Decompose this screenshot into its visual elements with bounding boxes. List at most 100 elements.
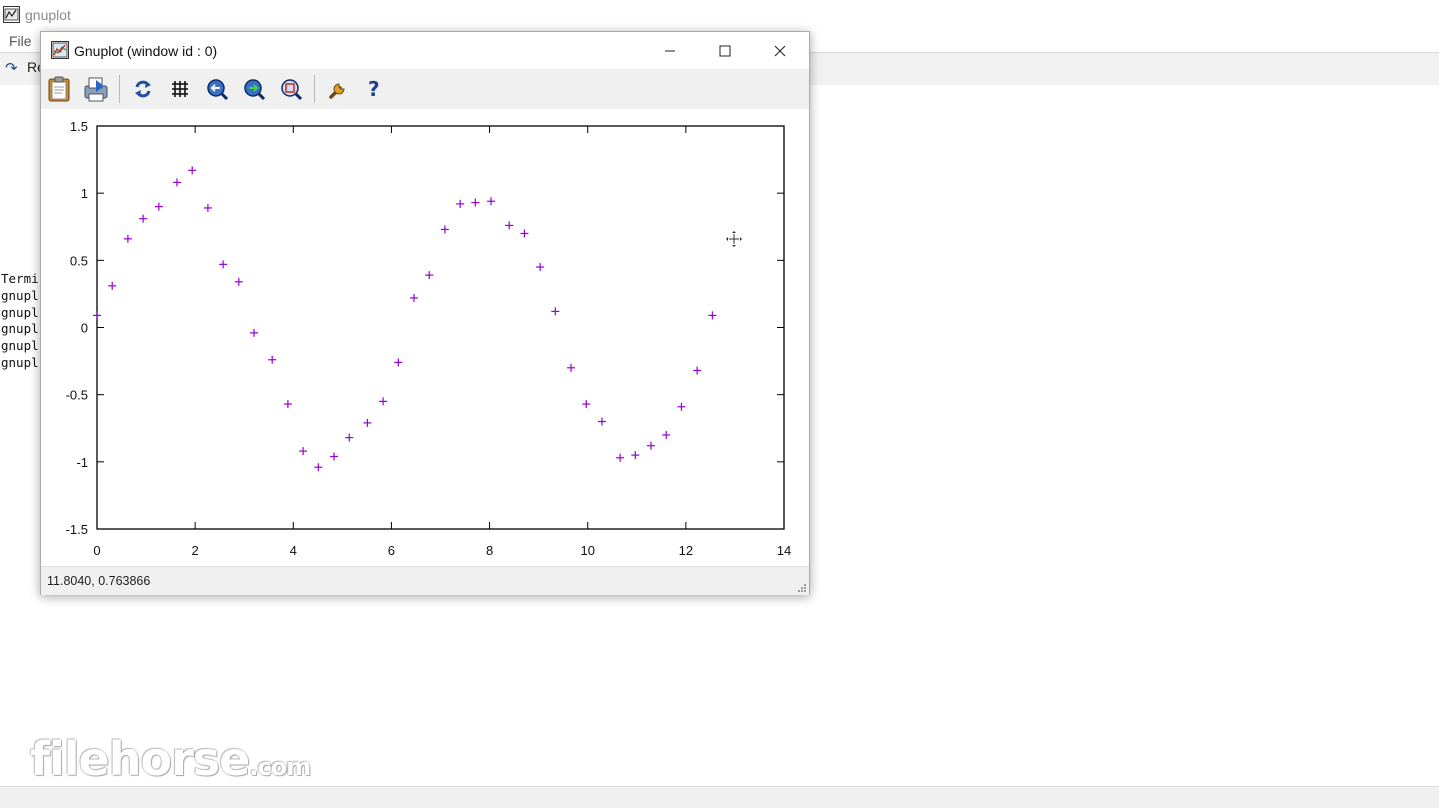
y-tick-label: 0 xyxy=(81,321,88,336)
gnuplot-toolbar: ? xyxy=(41,69,809,109)
console-line: gnupl xyxy=(1,287,39,303)
zoom-next-button[interactable] xyxy=(240,75,268,103)
svg-text:?: ? xyxy=(368,78,380,100)
gnuplot-statusbar: 11.8040, 0.763866 xyxy=(41,566,809,595)
console-statusbar xyxy=(0,786,1439,808)
maximize-icon xyxy=(719,45,731,56)
data-point xyxy=(345,433,354,442)
watermark-main: filehorse xyxy=(30,732,250,786)
x-tick-label: 10 xyxy=(580,543,594,558)
x-tick-label: 2 xyxy=(192,543,199,558)
options-icon xyxy=(329,83,345,99)
print-icon xyxy=(84,77,108,102)
console-output[interactable]: Termi gnupl gnupl gnupl gnupl gnupl xyxy=(1,271,39,372)
close-icon xyxy=(774,45,786,56)
gnuplot-window-title: Gnuplot (window id : 0) xyxy=(74,43,218,59)
y-tick-label: 1.5 xyxy=(70,119,88,134)
data-point xyxy=(330,452,339,461)
data-point xyxy=(471,198,480,207)
plot-canvas[interactable]: 0 2 4 6 8 10 12 14 1.5 1 0.5 0 -0.5 -1 -1.5 xyxy=(41,109,809,566)
point-layer xyxy=(93,166,717,472)
plot-svg[interactable]: 0 2 4 6 8 10 12 14 1.5 1 0.5 0 -0.5 -1 -1.5 xyxy=(41,109,809,566)
help-icon: ? xyxy=(368,78,380,100)
data-point xyxy=(440,225,449,234)
x-tick-label: 4 xyxy=(290,543,297,558)
data-point xyxy=(188,166,197,175)
options-button[interactable] xyxy=(324,75,352,103)
x-tick-label: 6 xyxy=(388,543,395,558)
data-point xyxy=(139,214,148,223)
console-titlebar: gnuplot xyxy=(0,0,1439,30)
data-point xyxy=(567,363,576,372)
console-line: gnupl xyxy=(1,354,39,370)
gnuplot-window-icon xyxy=(51,41,69,59)
console-line: gnupl xyxy=(1,304,39,320)
resize-grip-icon[interactable] xyxy=(797,583,807,593)
data-point xyxy=(582,400,591,409)
data-point xyxy=(662,430,671,439)
data-point xyxy=(631,451,640,460)
x-tick-label: 0 xyxy=(93,543,100,558)
data-point xyxy=(283,400,292,409)
data-point xyxy=(616,453,625,462)
data-point xyxy=(268,355,277,364)
console-title: gnuplot xyxy=(25,7,71,23)
filehorse-watermark: filehorse.com xyxy=(30,732,311,786)
zoom-next-icon xyxy=(244,79,265,100)
x-tick-label: 8 xyxy=(486,543,493,558)
print-button[interactable] xyxy=(82,75,110,103)
console-line: gnupl xyxy=(1,321,39,337)
toggle-grid-button[interactable] xyxy=(166,75,194,103)
replot-button[interactable] xyxy=(129,75,157,103)
minimize-button[interactable] xyxy=(647,32,693,69)
mouse-coordinates: 11.8040, 0.763866 xyxy=(47,574,151,588)
data-point xyxy=(379,397,388,406)
plot-frame xyxy=(96,125,785,530)
data-point xyxy=(425,271,434,280)
replot-icon[interactable]: ↷ xyxy=(5,59,18,77)
gnuplot-titlebar[interactable]: Gnuplot (window id : 0) xyxy=(41,32,809,69)
maximize-button[interactable] xyxy=(702,32,748,69)
unzoom-button[interactable] xyxy=(277,75,305,103)
toolbar-separator xyxy=(314,75,315,103)
data-point xyxy=(203,203,212,212)
replot-icon xyxy=(135,80,151,98)
data-point xyxy=(219,260,228,269)
data-point xyxy=(172,178,181,187)
grid-icon xyxy=(172,81,188,97)
data-point xyxy=(693,366,702,375)
y-tick-label: -1 xyxy=(76,455,88,470)
y-tick-label: -0.5 xyxy=(66,388,88,403)
data-point xyxy=(505,221,514,230)
data-point xyxy=(299,447,308,456)
close-button[interactable] xyxy=(757,32,803,69)
mouse-cursor-icon xyxy=(726,231,742,247)
zoom-previous-button[interactable] xyxy=(203,75,231,103)
axis-layer: 0 2 4 6 8 10 12 14 1.5 1 0.5 0 -0.5 -1 -1.5 xyxy=(66,119,792,558)
toolbar-separator xyxy=(119,75,120,103)
y-tick-label: 1 xyxy=(81,186,88,201)
zoom-previous-icon xyxy=(207,79,228,100)
data-point xyxy=(647,441,656,450)
data-point xyxy=(108,281,117,290)
minimize-icon xyxy=(665,50,675,51)
copy-clipboard-button[interactable] xyxy=(45,75,73,103)
data-point xyxy=(410,293,419,302)
data-point xyxy=(551,307,560,316)
data-point xyxy=(363,418,372,427)
help-button[interactable]: ? xyxy=(361,75,389,103)
menu-file[interactable]: File xyxy=(9,33,32,49)
gnuplot-window: Gnuplot (window id : 0) ? 0 2 4 6 8 10 1… xyxy=(40,31,810,595)
clipboard-icon xyxy=(48,76,70,102)
data-point xyxy=(520,229,529,238)
data-point xyxy=(677,402,686,411)
data-point xyxy=(93,311,101,320)
data-point xyxy=(597,417,606,426)
data-point xyxy=(536,263,545,272)
data-point xyxy=(708,311,717,320)
data-point xyxy=(123,234,132,243)
data-point xyxy=(456,199,465,208)
x-tick-label: 14 xyxy=(777,543,791,558)
console-line: Termi xyxy=(1,271,39,286)
data-point xyxy=(394,358,403,367)
